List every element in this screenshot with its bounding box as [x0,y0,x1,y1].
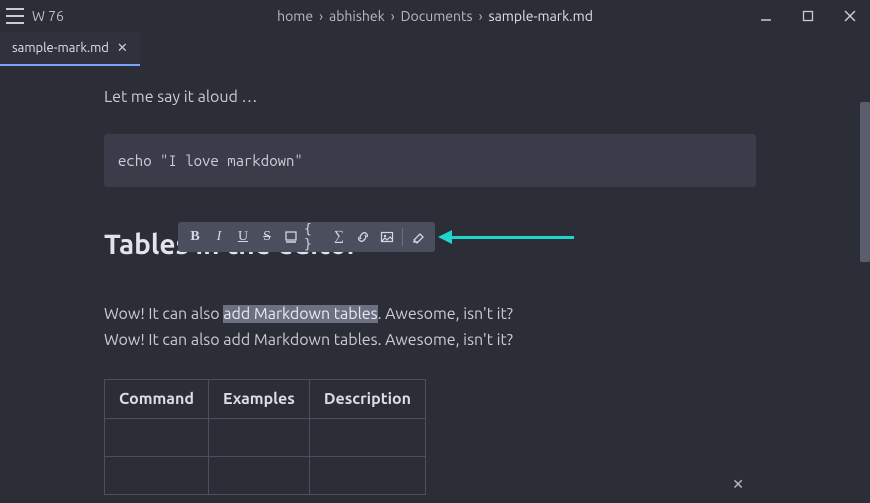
maximize-button[interactable] [800,8,816,24]
italic-button[interactable]: I [208,226,230,248]
table-header[interactable]: Command [105,380,209,419]
breadcrumb-item[interactable]: sample-mark.md [485,8,597,24]
text-span: Wow! It can also [104,305,223,323]
table-row: Command Examples Description [105,380,426,419]
breadcrumb-item[interactable]: Documents [397,8,477,24]
chevron-right-icon: › [391,8,395,24]
clear-format-button[interactable] [407,226,429,248]
paragraph[interactable]: Wow! It can also add Markdown tables. Aw… [104,302,756,328]
close-button[interactable] [842,8,858,24]
table-cell[interactable] [105,419,209,457]
toast-close-icon[interactable]: ✕ [732,476,744,493]
breadcrumb: home › abhishek › Documents › sample-mar… [0,0,870,32]
image-button[interactable] [376,226,398,248]
table-row [105,457,426,495]
link-button[interactable] [352,226,374,248]
highlight-button[interactable] [280,226,302,248]
table-cell[interactable] [309,419,425,457]
table-row [105,419,426,457]
markdown-table[interactable]: Command Examples Description [104,379,426,495]
table-header[interactable]: Description [309,380,425,419]
bold-button[interactable]: B [184,226,206,248]
text-span: . Awesome, isn't it? [378,305,513,323]
chevron-right-icon: › [319,8,323,24]
table-cell[interactable] [309,457,425,495]
breadcrumb-item[interactable]: home [273,8,317,24]
chevron-right-icon: › [479,8,483,24]
format-toolbar: B I U S { } ∑ [178,222,435,252]
tab-label: sample-mark.md [12,41,109,55]
table-cell[interactable] [208,457,309,495]
scrollbar-thumb[interactable] [860,102,870,262]
breadcrumb-item[interactable]: abhishek [325,8,389,24]
close-icon[interactable]: ✕ [117,41,128,56]
paragraph[interactable]: Wow! It can also add Markdown tables. Aw… [104,328,756,354]
selection: add Markdown tables [223,305,377,323]
strikethrough-button[interactable]: S [256,226,278,248]
minimize-button[interactable] [758,8,774,24]
annotation-arrow [438,230,574,244]
paragraph[interactable]: Let me say it aloud … [104,88,756,106]
table-cell[interactable] [105,457,209,495]
inline-math-button[interactable]: ∑ [328,226,350,248]
underline-button[interactable]: U [232,226,254,248]
tab-bar: sample-mark.md ✕ [0,32,870,66]
toolbar-divider [402,228,403,246]
table-header[interactable]: Examples [208,380,309,419]
tab[interactable]: sample-mark.md ✕ [0,32,140,66]
table-cell[interactable] [208,419,309,457]
editor-area[interactable]: Let me say it aloud … echo "I love markd… [0,66,870,503]
word-count: W 76 [32,8,64,24]
inline-code-button[interactable]: { } [304,226,326,248]
title-bar: W 76 home › abhishek › Documents › sampl… [0,0,870,32]
code-block[interactable]: echo "I love markdown" [104,134,756,187]
scrollbar[interactable] [860,66,870,503]
menu-icon[interactable] [6,8,24,24]
